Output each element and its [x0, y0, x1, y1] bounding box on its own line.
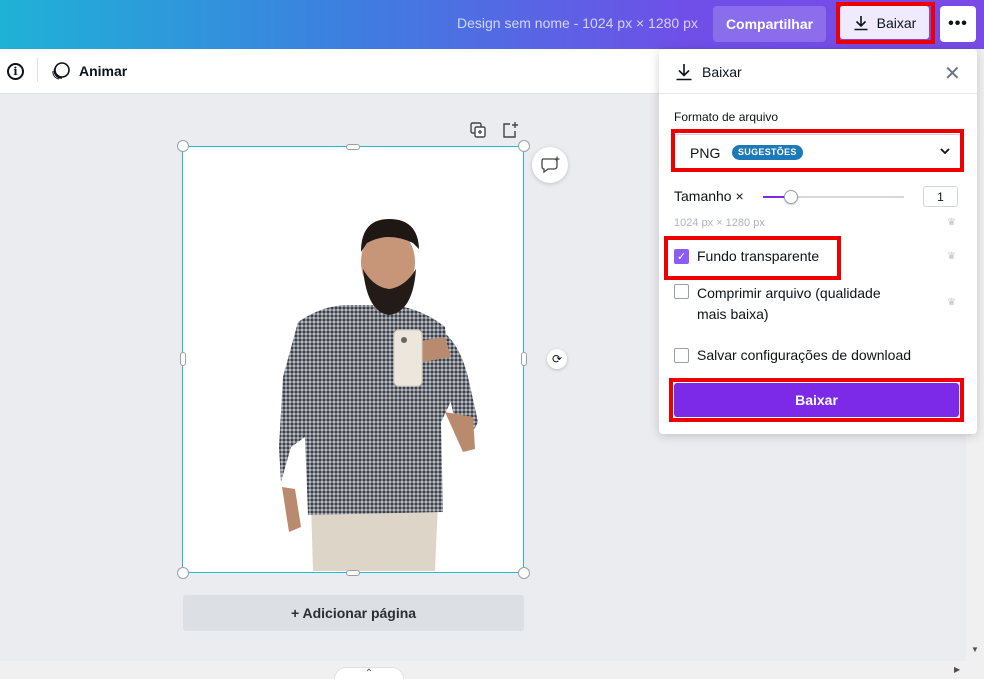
resize-handle-top[interactable] — [346, 144, 360, 150]
comment-icon — [541, 156, 560, 174]
highlight-box — [664, 236, 841, 280]
panel-title: Baixar — [702, 64, 742, 80]
info-icon[interactable]: i — [7, 63, 24, 80]
design-title[interactable]: Design sem nome - 1024 px × 1280 px — [457, 15, 698, 31]
animate-icon[interactable] — [51, 61, 71, 81]
person-photo[interactable] — [183, 147, 522, 571]
share-button[interactable]: Compartilhar — [713, 6, 826, 42]
crown-icon: ♛ — [947, 217, 956, 228]
crown-icon: ♛ — [947, 297, 956, 308]
design-page[interactable] — [182, 146, 524, 573]
size-slider-thumb[interactable] — [784, 190, 799, 204]
resize-handle-right[interactable] — [521, 352, 527, 366]
horizontal-scrollbar[interactable]: ▶ — [0, 661, 984, 679]
option-label: Comprimir arquivo (qualidade mais baixa) — [697, 285, 881, 322]
pages-drawer-handle[interactable]: ⌃ — [334, 667, 404, 679]
toolbar-divider — [37, 58, 38, 82]
scroll-right-icon[interactable]: ▶ — [954, 665, 960, 674]
more-options-button[interactable]: ••• — [940, 6, 976, 42]
option-label: Salvar configurações de download — [697, 347, 912, 363]
panel-header: Baixar ✕ — [659, 49, 977, 94]
resize-handle-top-right[interactable] — [518, 140, 530, 152]
page-actions — [469, 121, 519, 139]
highlight-box — [671, 129, 964, 172]
option-compress-file[interactable]: Comprimir arquivo (qualidade mais baixa) — [674, 283, 914, 325]
size-input[interactable]: 1 — [923, 186, 958, 207]
option-save-settings[interactable]: Salvar configurações de download — [674, 347, 911, 363]
chevron-up-icon: ⌃ — [364, 668, 374, 679]
resize-handle-bottom-left[interactable] — [177, 567, 189, 579]
dimensions-text: 1024 px × 1280 px — [674, 217, 765, 229]
add-page-button[interactable]: + Adicionar página — [183, 595, 524, 631]
file-format-label: Formato de arquivo — [674, 110, 779, 124]
resize-handle-bottom-right[interactable] — [518, 567, 530, 579]
download-icon — [676, 64, 692, 81]
duplicate-page-icon[interactable] — [469, 121, 487, 139]
add-comment-button[interactable] — [532, 147, 568, 183]
crown-icon: ♛ — [947, 251, 956, 262]
size-label: Tamanho × — [674, 188, 744, 204]
size-slider[interactable] — [763, 190, 904, 204]
more-icon: ••• — [948, 15, 968, 32]
rotate-icon[interactable]: ⟳ — [547, 349, 567, 369]
animate-button-label[interactable]: Animar — [79, 63, 127, 79]
add-page-icon[interactable] — [501, 121, 519, 139]
resize-handle-left[interactable] — [180, 352, 186, 366]
highlight-box — [836, 2, 935, 44]
scroll-down-icon[interactable]: ▼ — [971, 645, 979, 654]
resize-handle-top-left[interactable] — [177, 140, 189, 152]
checkbox[interactable] — [674, 284, 689, 299]
checkbox[interactable] — [674, 348, 689, 363]
highlight-box — [669, 378, 964, 422]
close-icon[interactable]: ✕ — [944, 61, 961, 86]
resize-handle-bottom[interactable] — [346, 570, 360, 576]
